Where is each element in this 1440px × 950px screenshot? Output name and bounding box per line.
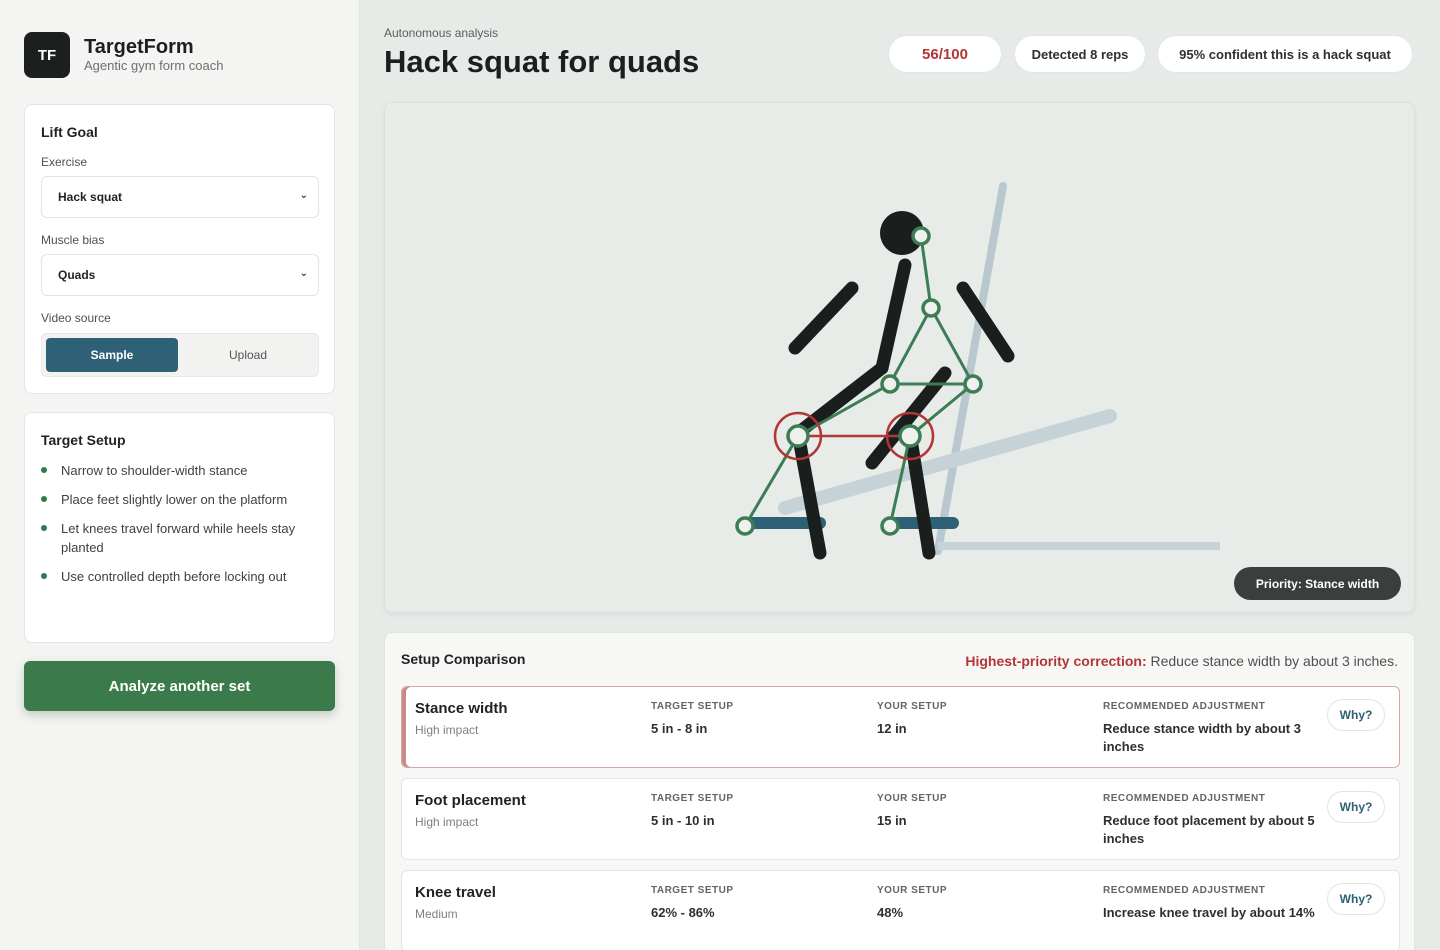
- exercise-select-value: Hack squat: [58, 190, 123, 204]
- exercise-label: Exercise: [41, 155, 88, 169]
- bullet-icon: [41, 573, 47, 579]
- left-hip-joint: [880, 374, 900, 394]
- brand-logo: TF: [24, 32, 70, 78]
- neck-joint: [921, 298, 941, 318]
- target-setup-list: Narrow to shoulder-width stance Place fe…: [41, 461, 311, 596]
- target-setup-header: TARGET SETUP: [651, 793, 734, 804]
- analyze-another-set-button[interactable]: Analyze another set: [24, 661, 335, 711]
- target-setup-value: 62% - 86%: [651, 905, 715, 920]
- list-item: Use controlled depth before locking out: [41, 567, 311, 586]
- adjustment-value: Reduce stance width by about 3 inches: [1103, 721, 1301, 754]
- target-setup-header: TARGET SETUP: [651, 885, 734, 896]
- adjustment-value: Reduce foot placement by about 5 inches: [1103, 813, 1315, 846]
- target-setup-value: 5 in - 8 in: [651, 721, 708, 736]
- brand-name: TargetForm: [84, 36, 194, 58]
- target-setup-card: Target Setup Narrow to shoulder-width st…: [24, 412, 335, 643]
- bullet-icon: [41, 496, 47, 502]
- why-button[interactable]: Why?: [1327, 791, 1385, 823]
- why-button[interactable]: Why?: [1327, 883, 1385, 915]
- exercise-select[interactable]: Hack squat ⌄: [41, 176, 319, 218]
- setup-comparison: Setup Comparison Highest-priority correc…: [384, 632, 1415, 950]
- video-analysis-viewer: Priority: Stance width: [384, 102, 1415, 613]
- adjustment-value: Increase knee travel by about 14%: [1103, 905, 1315, 920]
- page-eyebrow: Autonomous analysis: [384, 26, 499, 40]
- confidence-badge: 95% confident this is a hack squat: [1157, 35, 1413, 73]
- left-ankle-joint: [735, 516, 755, 536]
- pose-overlay: [735, 182, 1220, 560]
- priority-correction-note: Highest-priority correction: Reduce stan…: [965, 653, 1398, 669]
- target-setup-header: TARGET SETUP: [651, 701, 734, 712]
- video-source-label: Video source: [41, 311, 111, 325]
- row-impact: High impact: [415, 815, 479, 829]
- score-badge: 56/100: [888, 35, 1002, 73]
- lift-goal-title: Lift Goal: [41, 124, 98, 140]
- table-row: Foot placement High impact TARGET SETUP …: [401, 778, 1400, 860]
- bullet-icon: [41, 525, 47, 531]
- lift-goal-card: Lift Goal Exercise Hack squat ⌄ Muscle b…: [24, 104, 335, 394]
- priority-badge: Priority: Stance width: [1234, 567, 1401, 600]
- why-button[interactable]: Why?: [1327, 699, 1385, 731]
- right-hip-joint: [963, 374, 983, 394]
- row-metric-name: Stance width: [415, 700, 508, 717]
- priority-correction-label: Highest-priority correction:: [965, 653, 1147, 669]
- row-impact: High impact: [415, 723, 479, 737]
- adjustment-header: RECOMMENDED ADJUSTMENT: [1103, 793, 1266, 804]
- muscle-bias-select[interactable]: Quads ⌄: [41, 254, 319, 296]
- adjustment-header: RECOMMENDED ADJUSTMENT: [1103, 885, 1266, 896]
- row-metric-name: Foot placement: [415, 792, 526, 809]
- table-row: Knee travel Medium TARGET SETUP 62% - 86…: [401, 870, 1400, 950]
- right-ankle-joint: [880, 516, 900, 536]
- brand-tagline: Agentic gym form coach: [84, 58, 224, 73]
- video-source-toggle: Sample Upload: [41, 333, 319, 377]
- left-knee-joint: [786, 424, 810, 448]
- head-joint: [911, 226, 931, 246]
- row-impact: Medium: [415, 907, 458, 921]
- adjustment-header: RECOMMENDED ADJUSTMENT: [1103, 701, 1266, 712]
- target-setup-value: 5 in - 10 in: [651, 813, 715, 828]
- brand: TF TargetForm Agentic gym form coach: [24, 32, 223, 78]
- your-setup-header: YOUR SETUP: [877, 793, 948, 804]
- chevron-down-icon: ⌄: [299, 190, 308, 201]
- list-item: Let knees travel forward while heels sta…: [41, 519, 311, 557]
- muscle-bias-select-value: Quads: [58, 268, 96, 282]
- source-upload-button[interactable]: Upload: [182, 338, 314, 372]
- list-item: Place feet slightly lower on the platfor…: [41, 490, 311, 509]
- table-row: Stance width High impact TARGET SETUP 5 …: [401, 686, 1400, 768]
- list-item: Narrow to shoulder-width stance: [41, 461, 311, 480]
- page-title: Hack squat for quads: [384, 44, 700, 79]
- your-setup-value: 12 in: [877, 721, 907, 736]
- priority-correction-text: Reduce stance width by about 3 inches.: [1146, 653, 1398, 669]
- row-metric-name: Knee travel: [415, 884, 496, 901]
- your-setup-value: 15 in: [877, 813, 907, 828]
- your-setup-header: YOUR SETUP: [877, 701, 948, 712]
- your-setup-value: 48%: [877, 905, 904, 920]
- bullet-icon: [41, 467, 47, 473]
- your-setup-header: YOUR SETUP: [877, 885, 948, 896]
- target-setup-title: Target Setup: [41, 432, 126, 448]
- setup-comparison-title: Setup Comparison: [401, 651, 526, 667]
- sidebar: TF TargetForm Agentic gym form coach Lif…: [0, 0, 360, 950]
- muscle-bias-label: Muscle bias: [41, 233, 105, 247]
- reps-badge: Detected 8 reps: [1014, 35, 1146, 73]
- right-knee-joint: [898, 424, 922, 448]
- chevron-down-icon: ⌄: [299, 268, 308, 279]
- source-sample-button[interactable]: Sample: [46, 338, 178, 372]
